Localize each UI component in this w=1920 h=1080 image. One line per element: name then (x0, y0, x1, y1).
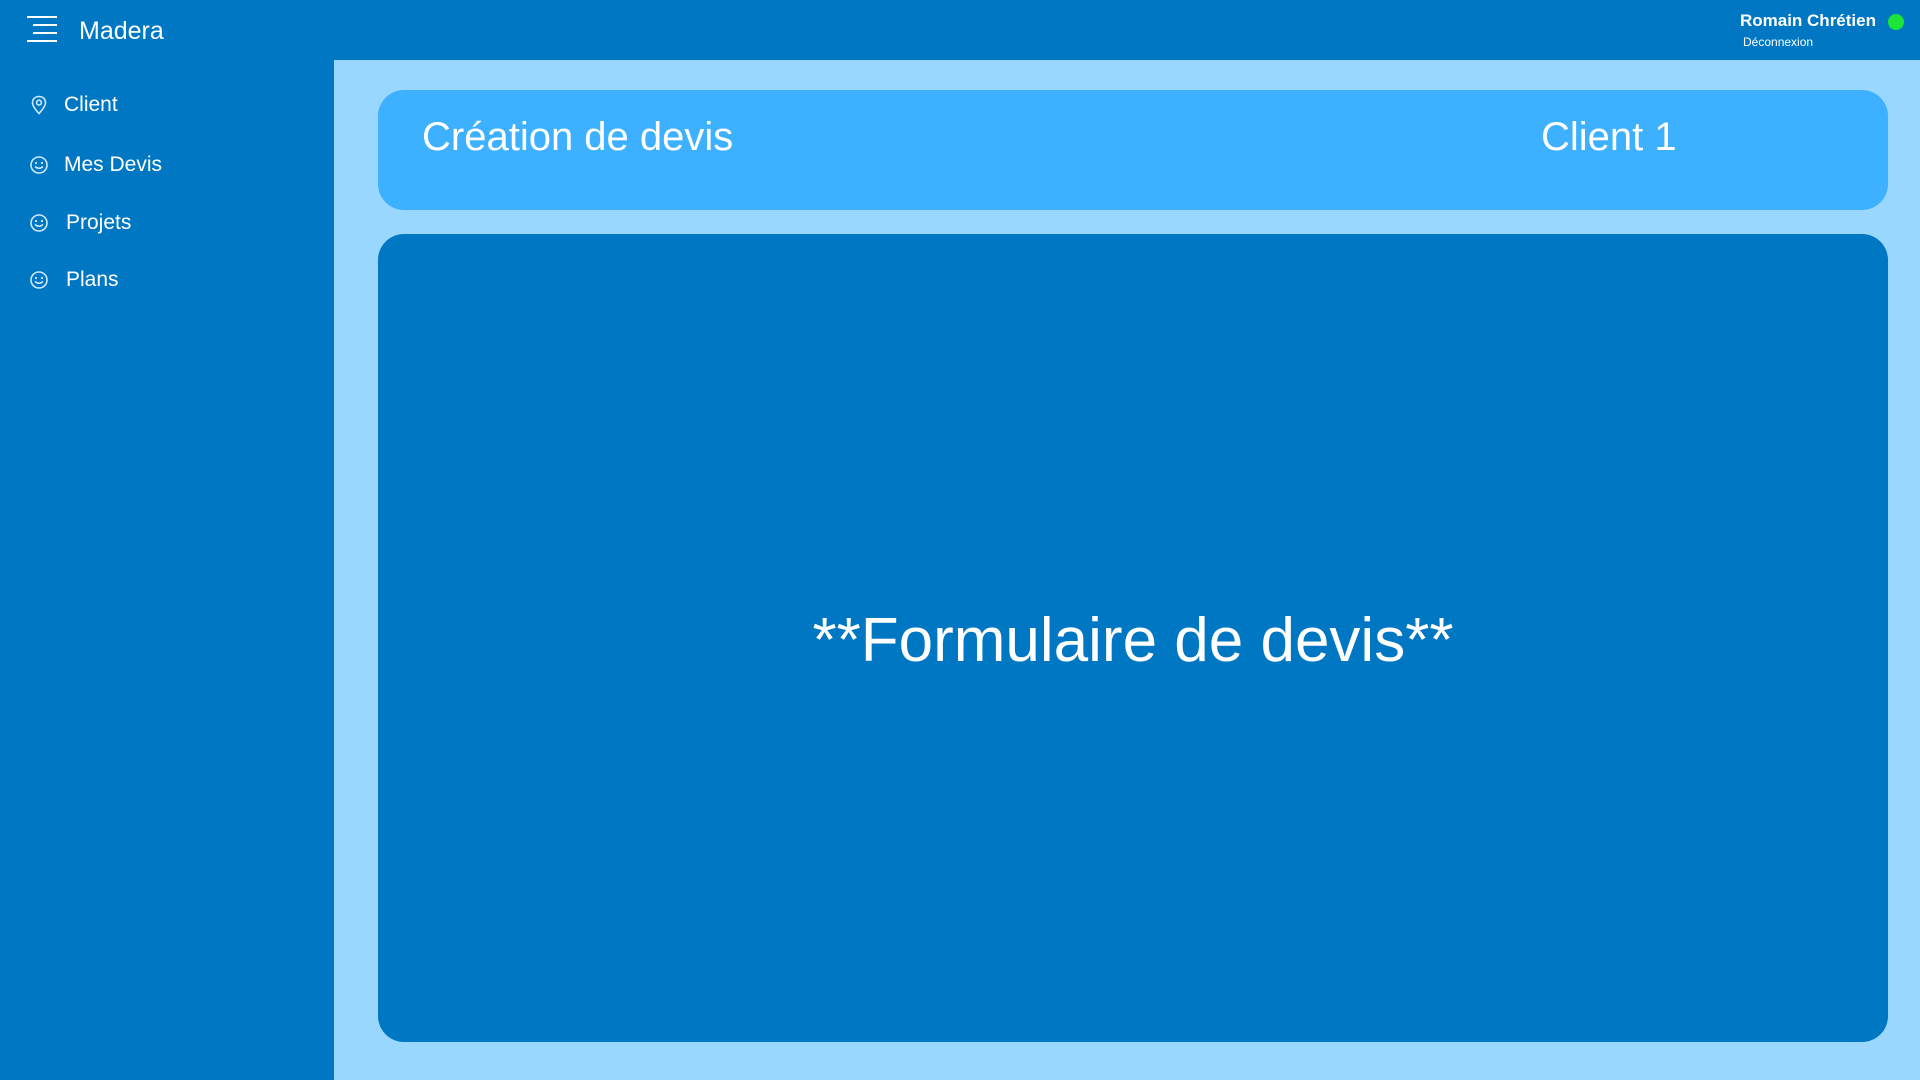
smiley-icon (28, 212, 50, 234)
location-pin-icon (28, 94, 50, 116)
sidebar-item-client[interactable]: Client (28, 88, 118, 122)
smiley-icon (28, 269, 50, 291)
sidebar-item-plans[interactable]: Plans (28, 263, 119, 297)
sidebar-item-label: Mes Devis (64, 153, 163, 176)
sidebar-item-label: Plans (66, 268, 119, 291)
page-header-card: Création de devis Client 1 (378, 90, 1888, 210)
sidebar-item-mes-devis[interactable]: Mes Devis (28, 148, 162, 182)
quote-form-panel: **Formulaire de devis** (378, 234, 1888, 1042)
smiley-icon (28, 154, 50, 176)
sidebar-item-projets[interactable]: Projets (28, 206, 131, 240)
logout-link[interactable]: Déconnexion (1743, 34, 1813, 50)
page-title: Création de devis (422, 115, 734, 159)
sidebar-item-label: Projets (66, 211, 132, 234)
hamburger-menu-icon[interactable] (27, 14, 61, 44)
user-name: Romain Chrétien (1739, 11, 1876, 30)
client-name: Client 1 (1541, 115, 1677, 159)
top-bar: Madera Romain Chrétien Déconnexion (0, 0, 1920, 60)
sidebar-item-label: Client (64, 93, 118, 116)
main-content: Création de devis Client 1 **Formulaire … (334, 60, 1920, 1080)
app-title: Madera (79, 17, 164, 45)
sidebar: Client Mes Devis Projets Plans (0, 60, 334, 1080)
online-status-indicator (1888, 14, 1904, 30)
form-placeholder-text: **Formulaire de devis** (812, 606, 1454, 675)
